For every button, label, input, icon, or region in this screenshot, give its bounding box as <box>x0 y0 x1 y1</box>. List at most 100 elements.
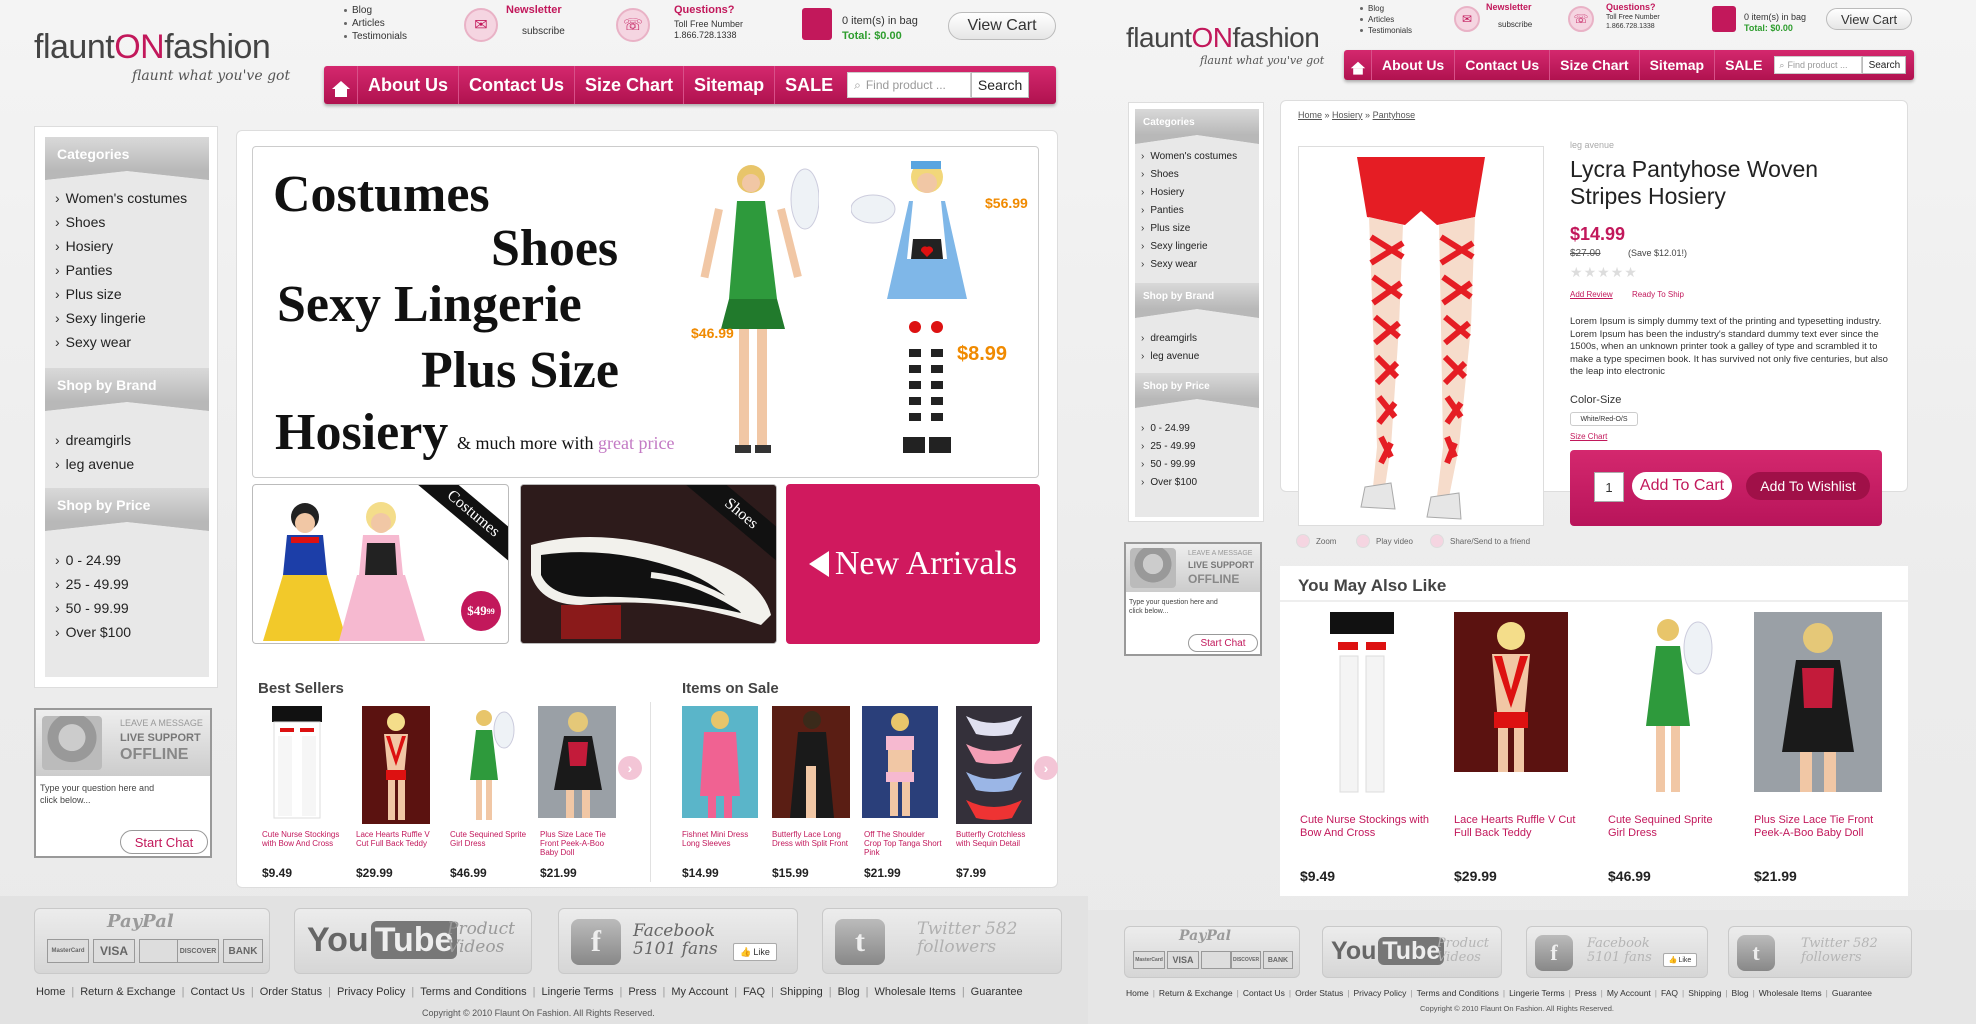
footer-link[interactable]: Privacy Policy <box>337 986 405 998</box>
add-to-cart-button[interactable]: Add To Cart <box>1632 472 1732 500</box>
breadcrumb-home[interactable]: Home <box>1298 110 1322 120</box>
chat-question-input[interactable]: Type your question here and click below.… <box>40 782 170 806</box>
product-name[interactable]: Butterfly Lace Long Dress with Split Fro… <box>772 830 852 848</box>
category-plus-size[interactable]: Plus size <box>55 282 209 306</box>
newsletter-subscribe[interactable]: subscribe <box>1498 20 1532 29</box>
search-button[interactable]: Search <box>1862 56 1907 74</box>
category-sexy-lingerie[interactable]: Sexy lingerie <box>1141 237 1259 255</box>
facebook-like-button[interactable]: 👍 Like <box>1663 953 1697 967</box>
quantity-input[interactable]: 1 <box>1594 472 1624 502</box>
add-review-link[interactable]: Add Review <box>1570 290 1613 299</box>
product-name[interactable]: Lace Hearts Ruffle V Cut Full Back Teddy <box>1454 814 1584 839</box>
add-to-wishlist-button[interactable]: Add To Wishlist <box>1746 472 1870 500</box>
top-link-articles[interactable]: Articles <box>1360 14 1412 25</box>
product-name[interactable]: Cute Nurse Stockings with Bow And Cross <box>1300 814 1430 839</box>
price-range-1[interactable]: 25 - 49.99 <box>55 572 209 596</box>
nav-home[interactable] <box>1344 50 1372 80</box>
newsletter-subscribe[interactable]: subscribe <box>522 26 565 37</box>
view-cart-button[interactable]: View Cart <box>948 12 1056 40</box>
sale-item[interactable]: Fishnet Mini Dress Long Sleeves $14.99 <box>680 706 760 886</box>
sale-next-arrow[interactable]: › <box>1034 756 1058 780</box>
category-womens-costumes[interactable]: Women's costumes <box>55 186 209 210</box>
nav-contact-us[interactable]: Contact Us <box>1455 50 1551 80</box>
nav-contact-us[interactable]: Contact Us <box>459 66 576 104</box>
facebook-like-button[interactable]: 👍 Like <box>733 943 777 961</box>
nav-size-chart[interactable]: Size Chart <box>575 66 685 104</box>
play-video-tool[interactable]: Play video <box>1356 534 1413 548</box>
category-panties[interactable]: Panties <box>1141 201 1259 219</box>
size-chart-link[interactable]: Size Chart <box>1570 432 1607 441</box>
category-panties[interactable]: Panties <box>55 258 209 282</box>
category-sexy-wear[interactable]: Sexy wear <box>55 330 209 354</box>
brand-dreamgirls[interactable]: dreamgirls <box>1141 329 1259 347</box>
new-arrivals-tile[interactable]: New Arrivals <box>786 484 1040 644</box>
category-womens-costumes[interactable]: Women's costumes <box>1141 147 1259 165</box>
footer-link[interactable]: Order Status <box>260 986 322 998</box>
sale-item[interactable]: Off The Shoulder Crop Top Tanga Short Pi… <box>862 706 942 886</box>
envelope-icon[interactable]: ✉ <box>464 8 498 42</box>
newsletter-title[interactable]: Newsletter <box>506 4 562 16</box>
shoes-tile[interactable]: Shoes <box>520 484 777 644</box>
footer-link[interactable]: FAQ <box>743 986 765 998</box>
facebook-box[interactable]: f Facebook 5101 fans 👍 Like <box>1526 926 1708 978</box>
price-range-0[interactable]: 0 - 24.99 <box>1141 419 1259 437</box>
search-input[interactable]: ⌕ Find product ... <box>1774 56 1863 74</box>
site-logo[interactable]: flauntONfashion <box>34 28 271 67</box>
footer-link[interactable]: My Account <box>671 986 728 998</box>
product-name[interactable]: Cute Nurse Stockings with Bow And Cross <box>262 830 342 848</box>
footer-link[interactable]: Return & Exchange <box>1159 988 1233 998</box>
share-tool[interactable]: Share/Send to a friend <box>1430 534 1530 548</box>
footer-link[interactable]: Return & Exchange <box>80 986 175 998</box>
product-name[interactable]: Plus Size Lace Tie Front Peek-A-Boo Baby… <box>1754 814 1890 839</box>
zoom-tool[interactable]: Zoom <box>1296 534 1336 548</box>
twitter-box[interactable]: t Twitter 582 followers <box>822 908 1062 974</box>
footer-link[interactable]: Home <box>36 986 65 998</box>
bag-icon[interactable] <box>1712 6 1736 32</box>
costumes-tile[interactable]: Costumes $49 99 <box>252 484 509 644</box>
category-hosiery[interactable]: Hosiery <box>1141 183 1259 201</box>
brand-leg-avenue[interactable]: leg avenue <box>1141 347 1259 365</box>
nav-sale[interactable]: SALE <box>1715 50 1772 80</box>
footer-link[interactable]: Home <box>1126 988 1149 998</box>
footer-link[interactable]: Contact Us <box>190 986 244 998</box>
product-name[interactable]: Off The Shoulder Crop Top Tanga Short Pi… <box>864 830 944 858</box>
footer-link[interactable]: Terms and Conditions <box>1417 988 1499 998</box>
category-shoes[interactable]: Shoes <box>55 210 209 234</box>
footer-link[interactable]: Shipping <box>1688 988 1721 998</box>
facebook-box[interactable]: f Facebook 5101 fans 👍 Like <box>558 908 798 974</box>
view-cart-button[interactable]: View Cart <box>1826 8 1912 30</box>
footer-link[interactable]: Order Status <box>1295 988 1343 998</box>
product-name[interactable]: Cute Sequined Sprite Girl Dress <box>1608 814 1728 839</box>
breadcrumb-pantyhose[interactable]: Pantyhose <box>1373 110 1416 120</box>
chat-question-input[interactable]: Type your question here and click below.… <box>1129 598 1229 616</box>
breadcrumb-hosiery[interactable]: Hosiery <box>1332 110 1363 120</box>
brand-dreamgirls[interactable]: dreamgirls <box>55 428 209 452</box>
footer-link[interactable]: Press <box>628 986 656 998</box>
also-like-item[interactable]: Plus Size Lace Tie Front Peek-A-Boo Baby… <box>1754 612 1894 892</box>
footer-link[interactable]: My Account <box>1607 988 1651 998</box>
nav-about-us[interactable]: About Us <box>1372 50 1456 80</box>
top-link-blog[interactable]: Blog <box>344 4 407 17</box>
twitter-box[interactable]: t Twitter 582 followers <box>1728 926 1912 978</box>
price-range-0[interactable]: 0 - 24.99 <box>55 548 209 572</box>
footer-link[interactable]: Contact Us <box>1243 988 1285 998</box>
search-button[interactable]: Search <box>971 72 1030 98</box>
footer-link[interactable]: Lingerie Terms <box>542 986 614 998</box>
product-image-frame[interactable] <box>1298 146 1544 526</box>
best-seller-item[interactable]: Cute Sequined Sprite Girl Dress $46.99 <box>448 706 528 886</box>
newsletter-title[interactable]: Newsletter <box>1486 2 1532 12</box>
site-logo[interactable]: flauntONfashion <box>1126 22 1320 54</box>
also-like-item[interactable]: Cute Nurse Stockings with Bow And Cross … <box>1298 612 1438 892</box>
youtube-box[interactable]: You Tube Product Videos <box>1322 926 1502 978</box>
price-range-3[interactable]: Over $100 <box>1141 473 1259 491</box>
category-plus-size[interactable]: Plus size <box>1141 219 1259 237</box>
footer-link[interactable]: FAQ <box>1661 988 1678 998</box>
nav-sitemap[interactable]: Sitemap <box>684 66 776 104</box>
footer-link[interactable]: Blog <box>1732 988 1749 998</box>
price-range-1[interactable]: 25 - 49.99 <box>1141 437 1259 455</box>
price-range-2[interactable]: 50 - 99.99 <box>55 596 209 620</box>
color-size-option[interactable]: White/Red-O/S <box>1570 412 1638 426</box>
footer-link[interactable]: Terms and Conditions <box>420 986 526 998</box>
product-name[interactable]: Butterfly Crotchless with Sequin Detail <box>956 830 1036 848</box>
nav-sitemap[interactable]: Sitemap <box>1640 50 1716 80</box>
